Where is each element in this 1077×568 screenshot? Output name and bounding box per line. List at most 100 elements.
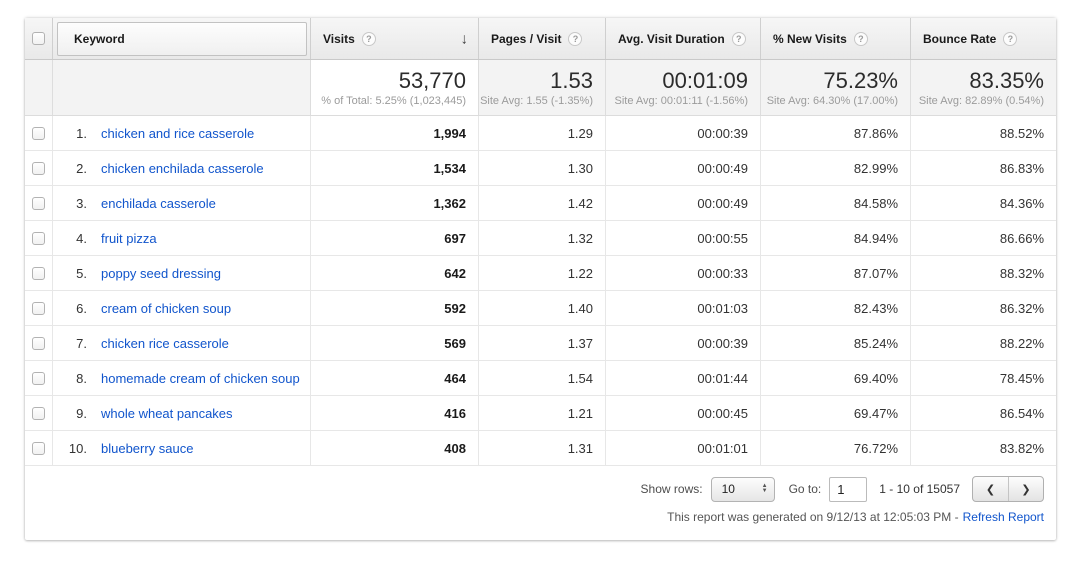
row-checkbox[interactable] bbox=[32, 337, 45, 350]
summary-empty-cell bbox=[52, 60, 310, 115]
row-number: 10. bbox=[55, 441, 87, 456]
row-checkbox[interactable] bbox=[32, 442, 45, 455]
visits-value: 642 bbox=[310, 256, 478, 290]
keyword-cell: 1. chicken and rice casserole bbox=[52, 116, 310, 150]
keyword-link[interactable]: blueberry sauce bbox=[101, 441, 194, 456]
pct-new-visits-value: 87.07% bbox=[760, 256, 910, 290]
show-rows-select[interactable]: 10 ▲▼ bbox=[711, 477, 775, 502]
goto-page-input[interactable] bbox=[829, 477, 867, 502]
avg-duration-value: 00:00:49 bbox=[605, 186, 760, 220]
pct-new-visits-value: 84.94% bbox=[760, 221, 910, 255]
avg-duration-value: 00:01:01 bbox=[605, 431, 760, 465]
keyword-link[interactable]: cream of chicken soup bbox=[101, 301, 231, 316]
keyword-cell: 8. homemade cream of chicken soup bbox=[52, 361, 310, 395]
keyword-link[interactable]: whole wheat pancakes bbox=[101, 406, 233, 421]
bounce-rate-value: 78.45% bbox=[910, 361, 1056, 395]
duration-header-label: Avg. Visit Duration bbox=[618, 32, 725, 46]
avg-duration-value: 00:01:03 bbox=[605, 291, 760, 325]
column-header-avg-visit-duration[interactable]: Avg. Visit Duration ? bbox=[605, 18, 760, 59]
row-checkbox[interactable] bbox=[32, 267, 45, 280]
column-header-bounce-rate[interactable]: Bounce Rate ? bbox=[910, 18, 1056, 59]
row-checkbox[interactable] bbox=[32, 162, 45, 175]
pages-visit-value: 1.21 bbox=[478, 396, 605, 430]
table-row: 1. chicken and rice casserole 1,994 1.29… bbox=[25, 116, 1056, 151]
row-number: 7. bbox=[55, 336, 87, 351]
avg-duration-value: 00:00:45 bbox=[605, 396, 760, 430]
visits-total: 53,770 bbox=[399, 69, 466, 93]
table-row: 6. cream of chicken soup 592 1.40 00:01:… bbox=[25, 291, 1056, 326]
pct-new-visits-value: 87.86% bbox=[760, 116, 910, 150]
help-icon[interactable]: ? bbox=[568, 32, 582, 46]
column-header-visits[interactable]: Visits ? ↓ bbox=[310, 18, 478, 59]
keyword-cell: 10. blueberry sauce bbox=[52, 431, 310, 465]
pages-visit-value: 1.40 bbox=[478, 291, 605, 325]
pct-new-visits-value: 85.24% bbox=[760, 326, 910, 360]
next-page-button[interactable]: ❯ bbox=[1008, 477, 1043, 501]
page: Keyword Visits ? ↓ Pages / Visit ? Avg. … bbox=[0, 0, 1077, 568]
pct-new-visits-value: 82.99% bbox=[760, 151, 910, 185]
keyword-header-label: Keyword bbox=[74, 32, 125, 46]
keyword-link[interactable]: poppy seed dressing bbox=[101, 266, 221, 281]
row-checkbox-cell bbox=[25, 186, 52, 220]
help-icon[interactable]: ? bbox=[1003, 32, 1017, 46]
table-row: 3. enchilada casserole 1,362 1.42 00:00:… bbox=[25, 186, 1056, 221]
bounce-rate-value: 84.36% bbox=[910, 186, 1056, 220]
keyword-link[interactable]: enchilada casserole bbox=[101, 196, 216, 211]
table-body: 1. chicken and rice casserole 1,994 1.29… bbox=[25, 116, 1056, 466]
row-number: 9. bbox=[55, 406, 87, 421]
select-all-checkbox[interactable] bbox=[32, 32, 45, 45]
column-header-pages-visit[interactable]: Pages / Visit ? bbox=[478, 18, 605, 59]
help-icon[interactable]: ? bbox=[362, 32, 376, 46]
avg-duration-value: 00:00:49 bbox=[605, 151, 760, 185]
pct-new-visits-value: 82.43% bbox=[760, 291, 910, 325]
column-header-pct-new-visits[interactable]: % New Visits ? bbox=[760, 18, 910, 59]
visits-total-sub: % of Total: 5.25% (1,023,445) bbox=[321, 95, 466, 107]
help-icon[interactable]: ? bbox=[732, 32, 746, 46]
avg-duration-value: 00:00:39 bbox=[605, 326, 760, 360]
keyword-link[interactable]: chicken and rice casserole bbox=[101, 126, 254, 141]
sort-desc-icon[interactable]: ↓ bbox=[461, 30, 469, 47]
bounce-rate-value: 88.22% bbox=[910, 326, 1056, 360]
show-rows-value: 10 bbox=[722, 482, 735, 496]
pages-visit-total: 1.53 bbox=[550, 69, 593, 93]
summary-empty-cell bbox=[25, 60, 52, 115]
keyword-link[interactable]: chicken enchilada casserole bbox=[101, 161, 264, 176]
keyword-link[interactable]: homemade cream of chicken soup bbox=[101, 371, 300, 386]
select-spinner-icon: ▲▼ bbox=[762, 484, 768, 494]
prev-page-button[interactable]: ❮ bbox=[973, 477, 1008, 501]
pager-buttons: ❮ ❯ bbox=[972, 476, 1044, 502]
bounce-rate-value: 86.54% bbox=[910, 396, 1056, 430]
table-row: 7. chicken rice casserole 569 1.37 00:00… bbox=[25, 326, 1056, 361]
row-checkbox[interactable] bbox=[32, 232, 45, 245]
row-checkbox-cell bbox=[25, 116, 52, 150]
refresh-report-link[interactable]: Refresh Report bbox=[963, 510, 1044, 524]
pages-visit-value: 1.54 bbox=[478, 361, 605, 395]
pct-new-visits-value: 76.72% bbox=[760, 431, 910, 465]
bounce-rate-total-sub: Site Avg: 82.89% (0.54%) bbox=[919, 95, 1044, 107]
keyword-header-box[interactable]: Keyword bbox=[57, 22, 307, 56]
pct-new-visits-total-sub: Site Avg: 64.30% (17.00%) bbox=[767, 95, 898, 107]
keyword-cell: 7. chicken rice casserole bbox=[52, 326, 310, 360]
row-checkbox[interactable] bbox=[32, 407, 45, 420]
bounce-rate-value: 86.83% bbox=[910, 151, 1056, 185]
bounce-rate-value: 86.66% bbox=[910, 221, 1056, 255]
keyword-cell: 3. enchilada casserole bbox=[52, 186, 310, 220]
new-visits-header-label: % New Visits bbox=[773, 32, 847, 46]
report-generated-text: This report was generated on 9/12/13 at … bbox=[667, 510, 959, 524]
keyword-link[interactable]: fruit pizza bbox=[101, 231, 157, 246]
row-checkbox[interactable] bbox=[32, 372, 45, 385]
report-generated-note: This report was generated on 9/12/13 at … bbox=[25, 502, 1056, 526]
keyword-link[interactable]: chicken rice casserole bbox=[101, 336, 229, 351]
row-checkbox[interactable] bbox=[32, 127, 45, 140]
table-row: 2. chicken enchilada casserole 1,534 1.3… bbox=[25, 151, 1056, 186]
visits-header-label: Visits bbox=[323, 32, 355, 46]
table-row: 4. fruit pizza 697 1.32 00:00:55 84.94% … bbox=[25, 221, 1056, 256]
avg-duration-value: 00:00:55 bbox=[605, 221, 760, 255]
row-checkbox-cell bbox=[25, 221, 52, 255]
avg-duration-total-sub: Site Avg: 00:01:11 (-1.56%) bbox=[614, 95, 748, 107]
help-icon[interactable]: ? bbox=[854, 32, 868, 46]
analytics-report-table: Keyword Visits ? ↓ Pages / Visit ? Avg. … bbox=[25, 18, 1056, 540]
row-checkbox[interactable] bbox=[32, 302, 45, 315]
pages-visit-total-sub: Site Avg: 1.55 (-1.35%) bbox=[480, 95, 593, 107]
row-checkbox[interactable] bbox=[32, 197, 45, 210]
